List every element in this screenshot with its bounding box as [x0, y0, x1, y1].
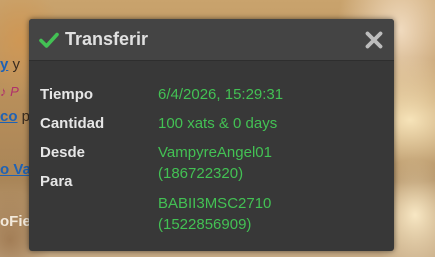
- chat-message-line: o Va: [0, 161, 31, 178]
- field-labels: Tiempo Cantidad Desde Para: [40, 80, 158, 196]
- to-label: Para: [40, 173, 73, 190]
- dialog-header: Transferir: [29, 19, 394, 61]
- chat-username-link[interactable]: co: [0, 108, 18, 125]
- check-icon: [39, 30, 59, 50]
- amount-label: Cantidad: [40, 115, 105, 132]
- to-value: BABII3MSC2710 (1522856909): [158, 193, 283, 235]
- from-username: VampyreAngel01: [158, 144, 272, 161]
- from-value: VampyreAngel01 (186722320): [158, 142, 283, 184]
- chat-message-text: ♪ P: [0, 84, 19, 99]
- chat-message-text: y: [8, 56, 21, 73]
- close-icon[interactable]: [364, 30, 384, 50]
- chat-username-link[interactable]: o Va: [0, 161, 31, 178]
- to-username: BABII3MSC2710: [158, 195, 272, 212]
- dialog-body: Tiempo Cantidad Desde Para 6/4/2026, 15:…: [29, 61, 394, 233]
- transfer-dialog: Transferir Tiempo Cantidad Desde Para 6/…: [29, 19, 394, 251]
- chat-message-line: y y: [0, 56, 20, 73]
- amount-value: 100 xats & 0 days: [158, 115, 278, 132]
- chat-message-line: oFie: [0, 213, 31, 230]
- chat-message-line: co p: [0, 108, 30, 125]
- from-label: Desde: [40, 144, 86, 161]
- from-user-id: (186722320): [158, 165, 244, 182]
- dialog-title: Transferir: [65, 29, 149, 49]
- time-value: 6/4/2026, 15:29:31: [158, 86, 284, 103]
- time-label: Tiempo: [40, 86, 94, 103]
- chat-message-line: ♪ P: [0, 84, 19, 99]
- chat-message-text: oFie: [0, 213, 31, 230]
- field-values: 6/4/2026, 15:29:31 100 xats & 0 days Vam…: [158, 80, 283, 235]
- to-user-id: (1522856909): [158, 216, 252, 233]
